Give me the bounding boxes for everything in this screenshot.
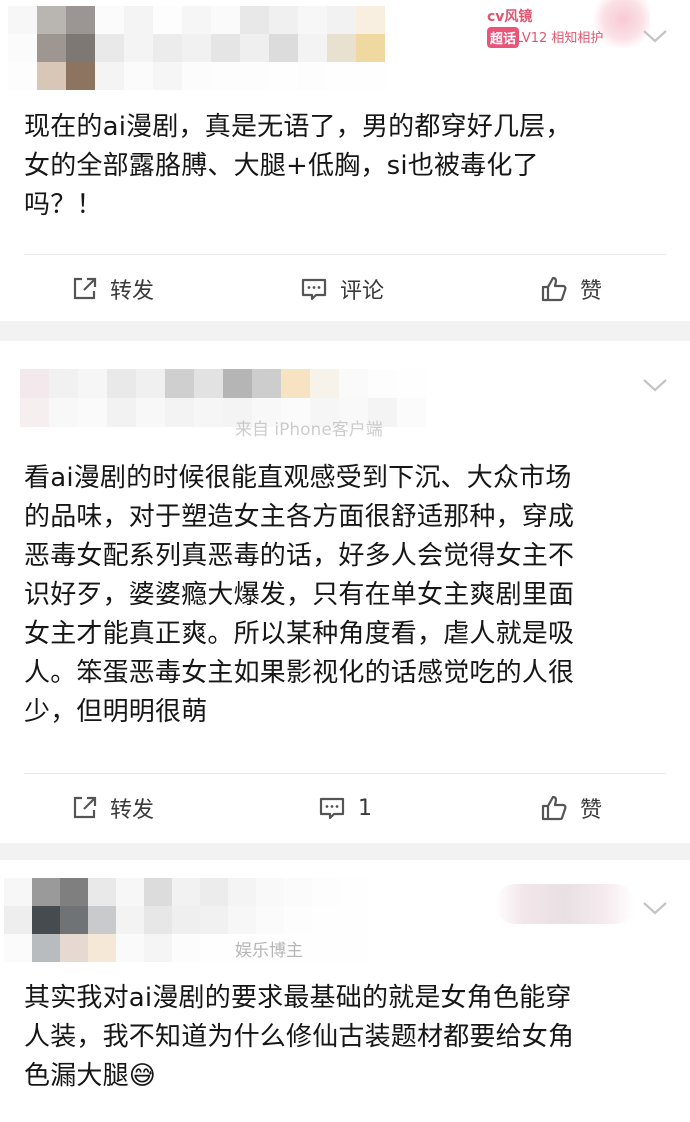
like-label: 赞 [580, 798, 603, 823]
share-icon [73, 277, 97, 300]
comment-icon [319, 797, 345, 820]
repost-label: 转发 [110, 279, 155, 304]
comment-button[interactable]: 1 [318, 786, 372, 830]
chevron-down-icon[interactable] [642, 377, 668, 393]
post-card-2: 来自 iPhone客户端 看ai漫剧的时候很能直观感受到下沉、大众市场 的品味，… [0, 341, 690, 843]
comment-icon [301, 278, 327, 301]
comment-button[interactable]: 评论 [300, 267, 384, 311]
pixelated-header-3 [4, 878, 368, 962]
decorative-sticker [495, 884, 635, 924]
divider [24, 254, 666, 255]
post-text: 现在的ai漫剧，真是无语了，男的都穿好几层， 女的全部露胳膊、大腿+低胸，si也… [24, 112, 572, 220]
level-badge: LV12 相知相护 [516, 31, 604, 46]
like-icon [541, 795, 567, 821]
post-text: 看ai漫剧的时候很能直观感受到下沉、大众市场 的品味，对于塑造女主各方面很舒适那… [24, 463, 575, 727]
post-card-3: 娱乐博主 其实我对ai漫剧的要求最基础的就是女角色能穿 人装，我不知道为什么修仙… [0, 860, 690, 1122]
repost-label: 转发 [110, 798, 155, 823]
action-bar: 转发 评论 赞 [0, 267, 690, 311]
pixelated-header-1 [8, 6, 385, 90]
user-tag: 娱乐博主 [235, 941, 303, 961]
comment-count: 1 [358, 795, 372, 821]
chevron-down-icon[interactable] [642, 28, 668, 44]
repost-button[interactable]: 转发 [70, 786, 154, 830]
repost-button[interactable]: 转发 [70, 267, 154, 311]
share-icon [73, 796, 97, 819]
divider [24, 773, 666, 774]
post-source: 来自 iPhone客户端 [235, 420, 383, 440]
comment-label: 评论 [340, 279, 385, 304]
chevron-down-icon[interactable] [642, 900, 668, 916]
like-icon [541, 276, 567, 302]
action-bar: 转发 1 赞 [0, 786, 690, 830]
post-text: 其实我对ai漫剧的要求最基础的就是女角色能穿 人装，我不知道为什么修仙古装题材都… [24, 983, 575, 1091]
like-button[interactable]: 赞 [540, 267, 602, 311]
super-topic-tag: 超话 [487, 27, 520, 48]
like-label: 赞 [580, 279, 603, 304]
like-button[interactable]: 赞 [540, 786, 602, 830]
badge-name: cv风镜 [487, 9, 533, 25]
post-card-1: cv风镜 超话 LV12 相知相护 现在的ai漫剧，真是无语了，男的都穿好几层，… [0, 0, 690, 321]
